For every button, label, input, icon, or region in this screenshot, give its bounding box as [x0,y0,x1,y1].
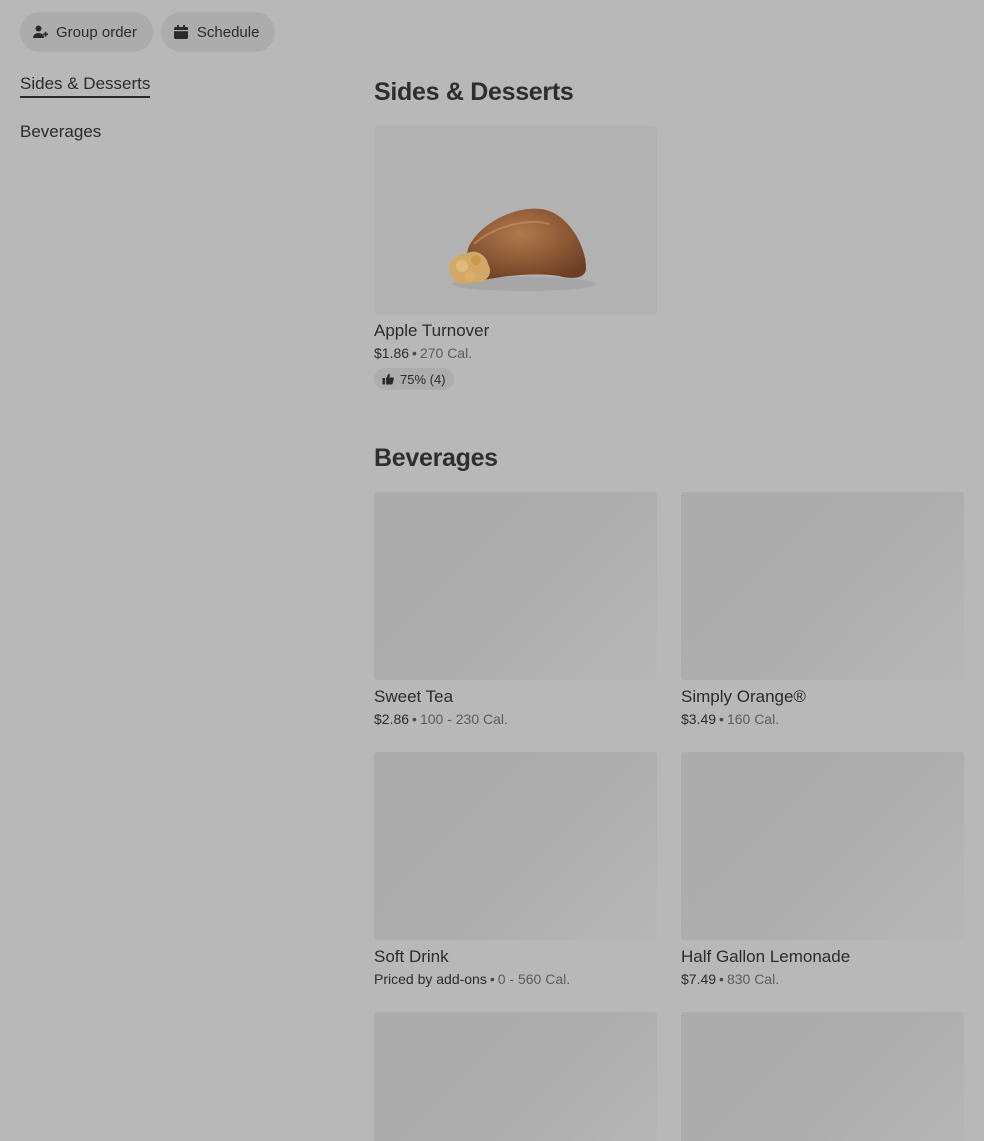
separator-dot: • [719,971,724,987]
menu-item-card[interactable]: Simply Orange® $3.49 • 160 Cal. [681,492,964,728]
item-name: Sweet Tea [374,687,454,706]
sidebar-item-sides-desserts[interactable]: Sides & Desserts [20,74,151,98]
apple-turnover-image [374,126,657,314]
section-beverages: Beverages Sweet Tea $2.86 • 100 - 230 Cal.… [374,442,964,1141]
item-calories: 100 - 230 Cal. [419,711,508,727]
item-price: $7.49 [681,971,717,987]
item-image-placeholder [374,492,657,680]
schedule-label: Schedule [196,23,260,41]
item-image-placeholder [374,1012,657,1141]
separator-dot: • [412,711,417,727]
group-order-label: Group order [56,23,137,41]
item-calories: 160 Cal. [726,711,780,727]
category-sidebar: Sides & Desserts Beverages [20,74,320,168]
item-image-placeholder [374,752,657,940]
item-name: Simply Orange® [681,687,806,706]
top-actions: Group order Schedule [20,12,276,52]
item-price: $3.49 [681,711,717,727]
sidebar-item-beverages[interactable]: Beverages [20,122,101,144]
item-calories: 0 - 560 Cal. [497,971,571,987]
menu-item-card[interactable]: Soft Drink Priced by add-ons • 0 - 560 Cal… [374,752,657,988]
separator-dot: • [412,345,417,361]
item-price: $2.86 [374,711,410,727]
menu-item-card[interactable]: Sweet Tea $2.86 • 100 - 230 Cal. [374,492,657,728]
menu-item-card[interactable]: Apple Turnover $1.86 • 270 Cal. 75% (4) [374,126,657,390]
item-image-placeholder [681,752,964,940]
store-menu-page: Group order Schedule Sides & Desserts Be… [0,0,984,1141]
item-price: $1.86 [374,345,410,361]
menu-item-card[interactable] [681,1012,964,1141]
item-meta: Priced by add-ons • 0 - 560 Cal. [374,970,657,988]
item-calories: 830 Cal. [726,971,780,987]
item-name: Half Gallon Lemonade [681,947,851,966]
separator-dot: • [719,711,724,727]
menu-item-card[interactable] [374,1012,657,1141]
item-calories: 270 Cal. [419,345,473,361]
menu-content: Sides & Desserts Apple Turnover $1.86 • … [374,76,964,1141]
section-sides-desserts: Sides & Desserts Apple Turnover $1.86 • … [374,76,964,390]
item-name: Soft Drink [374,947,449,966]
group-order-button[interactable]: Group order [20,12,153,52]
section-title: Sides & Desserts [374,78,574,106]
calendar-icon [173,24,189,40]
menu-item-card[interactable]: Half Gallon Lemonade $7.49 • 830 Cal. [681,752,964,988]
section-title: Beverages [374,444,498,472]
item-image-placeholder [681,1012,964,1141]
item-meta: $7.49 • 830 Cal. [681,970,964,988]
thumbs-up-icon [382,373,394,385]
rating-text: 75% (4) [400,371,446,387]
item-price: Priced by add-ons [374,971,487,987]
item-image-placeholder [681,492,964,680]
separator-dot: • [489,971,495,987]
item-meta: $2.86 • 100 - 230 Cal. [374,710,657,728]
item-name: Apple Turnover [374,321,490,340]
person-add-icon [32,24,48,40]
rating-badge: 75% (4) [374,368,454,390]
item-meta: $1.86 • 270 Cal. [374,344,657,362]
item-meta: $3.49 • 160 Cal. [681,710,964,728]
schedule-button[interactable]: Schedule [160,12,276,52]
